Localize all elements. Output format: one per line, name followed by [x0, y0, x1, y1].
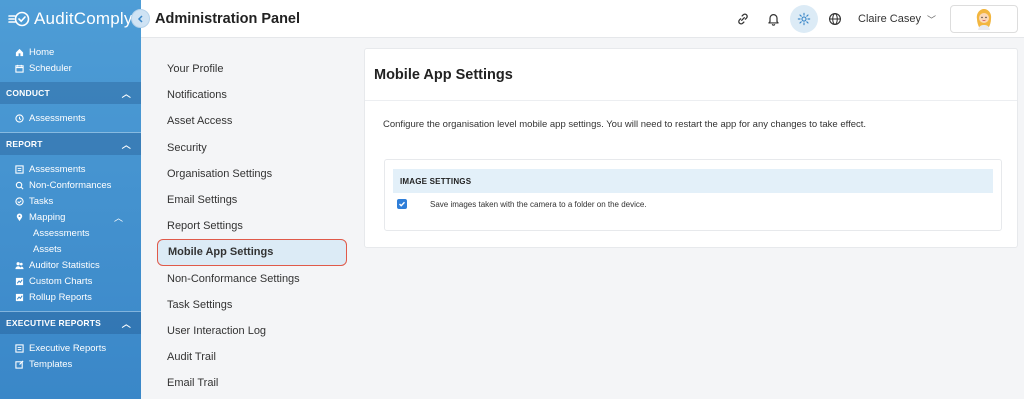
sidebar-item-report-assessments[interactable]: Assessments — [0, 161, 141, 177]
avatar-icon — [976, 9, 992, 30]
section-title: EXECUTIVE REPORTS — [6, 318, 102, 328]
chevron-down-icon: ﹀ — [926, 14, 936, 25]
chart-icon — [14, 276, 24, 286]
sidebar-item-label: Scheduler — [29, 62, 72, 74]
page-title: Administration Panel — [155, 10, 301, 27]
menu-item-non-conformance-settings[interactable]: Non-Conformance Settings — [157, 266, 357, 292]
menu-item-report-settings[interactable]: Report Settings — [157, 213, 357, 239]
option-label: Save images taken with the camera to a f… — [430, 199, 647, 209]
menu-item-notifications[interactable]: Notifications — [157, 82, 357, 108]
home-icon — [14, 47, 24, 57]
list-icon — [14, 343, 24, 353]
sidebar-item-label: Non-Conformances — [29, 179, 112, 191]
menu-item-mobile-app-settings[interactable]: Mobile App Settings — [157, 239, 347, 266]
logo-icon — [8, 10, 30, 28]
link-icon[interactable] — [730, 6, 756, 32]
sidebar-item-templates[interactable]: Templates — [0, 356, 141, 372]
section-header: IMAGE SETTINGS — [393, 169, 993, 193]
top-bar: Administration Panel Claire Casey ﹀ — [141, 0, 1024, 38]
mobile-app-settings-card: Mobile App Settings Configure the organi… — [364, 48, 1018, 248]
user-menu[interactable]: Claire Casey ﹀ — [858, 13, 936, 26]
save-images-checkbox[interactable] — [397, 199, 407, 209]
card-description: Configure the organisation level mobile … — [383, 119, 867, 130]
sidebar-item-label: Custom Charts — [29, 275, 93, 287]
sidebar-subitem-mapping-assessments[interactable]: Assessments — [0, 225, 141, 241]
menu-item-your-profile[interactable]: Your Profile — [157, 56, 357, 82]
checkmark-icon — [399, 201, 406, 207]
sidebar-item-label: Templates — [29, 358, 73, 370]
chevron-up-icon: ︿ — [121, 139, 131, 150]
sidebar-item-label: Assessments — [33, 227, 90, 239]
menu-item-organisation-settings[interactable]: Organisation Settings — [157, 161, 357, 187]
sidebar-item-conduct-assessments[interactable]: Assessments — [0, 110, 141, 126]
sidebar-subitem-mapping-assets[interactable]: Assets — [0, 241, 141, 257]
chevron-up-icon: ︿ — [121, 88, 131, 99]
sidebar-item-mapping[interactable]: Mapping ︿ — [0, 209, 141, 225]
sidebar-item-label: Home — [29, 46, 55, 58]
menu-item-audit-trail[interactable]: Audit Trail — [157, 344, 357, 370]
sidebar-item-auditor-statistics[interactable]: Auditor Statistics — [0, 257, 141, 273]
sidebar-item-executive-reports[interactable]: Executive Reports — [0, 340, 141, 356]
users-icon — [14, 260, 24, 270]
settings-menu: Your Profile Notifications Asset Access … — [157, 56, 357, 396]
chart-icon — [14, 292, 24, 302]
search-icon — [14, 180, 24, 190]
sidebar-item-label: Assets — [33, 243, 62, 255]
section-title: CONDUCT — [6, 88, 50, 98]
menu-item-security[interactable]: Security — [157, 135, 357, 161]
avatar[interactable] — [950, 5, 1018, 33]
card-title: Mobile App Settings — [365, 49, 1017, 101]
sidebar-item-label: Executive Reports — [29, 342, 107, 354]
user-name: Claire Casey — [858, 13, 921, 25]
menu-item-task-settings[interactable]: Task Settings — [157, 292, 357, 318]
edit-icon — [14, 359, 24, 369]
section-conduct[interactable]: CONDUCT ︿ — [0, 82, 141, 104]
sidebar-item-tasks[interactable]: Tasks — [0, 193, 141, 209]
sidebar-item-label: Mapping — [29, 211, 66, 223]
sidebar-item-home[interactable]: Home — [0, 44, 141, 60]
section-report[interactable]: REPORT ︿ — [0, 133, 141, 155]
menu-item-email-settings[interactable]: Email Settings — [157, 187, 357, 213]
sidebar-item-label: Assessments — [29, 163, 86, 175]
sidebar-item-scheduler[interactable]: Scheduler — [0, 60, 141, 76]
globe-icon[interactable] — [822, 6, 848, 32]
option-row: Save images taken with the camera to a f… — [397, 199, 1001, 209]
sidebar-item-label: Rollup Reports — [29, 291, 92, 303]
clock-icon — [14, 113, 24, 123]
settings-gear-icon[interactable] — [790, 5, 819, 33]
chevron-up-icon: ︿ — [113, 212, 123, 223]
menu-item-email-trail[interactable]: Email Trail — [157, 370, 357, 396]
chevron-left-icon — [137, 14, 143, 23]
menu-item-user-interaction-log[interactable]: User Interaction Log — [157, 318, 357, 344]
bell-icon[interactable] — [760, 6, 786, 32]
sidebar-collapse-button[interactable] — [131, 9, 150, 28]
sidebar-item-custom-charts[interactable]: Custom Charts — [0, 273, 141, 289]
calendar-icon — [14, 63, 24, 73]
app-name: AuditComply — [34, 9, 133, 28]
sidebar-item-non-conformances[interactable]: Non-Conformances — [0, 177, 141, 193]
sidebar-item-rollup-reports[interactable]: Rollup Reports — [0, 289, 141, 305]
sidebar-item-label: Assessments — [29, 112, 86, 124]
menu-item-asset-access[interactable]: Asset Access — [157, 108, 357, 134]
image-settings-panel: IMAGE SETTINGS Save images taken with th… — [384, 159, 1002, 231]
map-pin-icon — [14, 212, 24, 222]
sidebar-item-label: Tasks — [29, 195, 54, 207]
app-logo[interactable]: AuditComply — [0, 0, 141, 38]
section-executive-reports[interactable]: EXECUTIVE REPORTS ︿ — [0, 312, 141, 334]
chevron-up-icon: ︿ — [121, 318, 131, 329]
sidebar: AuditComply Home Scheduler CONDUCT ︿ Ass… — [0, 0, 141, 399]
list-icon — [14, 164, 24, 174]
tasks-icon — [14, 196, 24, 206]
sidebar-item-label: Auditor Statistics — [29, 259, 100, 271]
section-title: REPORT — [6, 139, 43, 149]
